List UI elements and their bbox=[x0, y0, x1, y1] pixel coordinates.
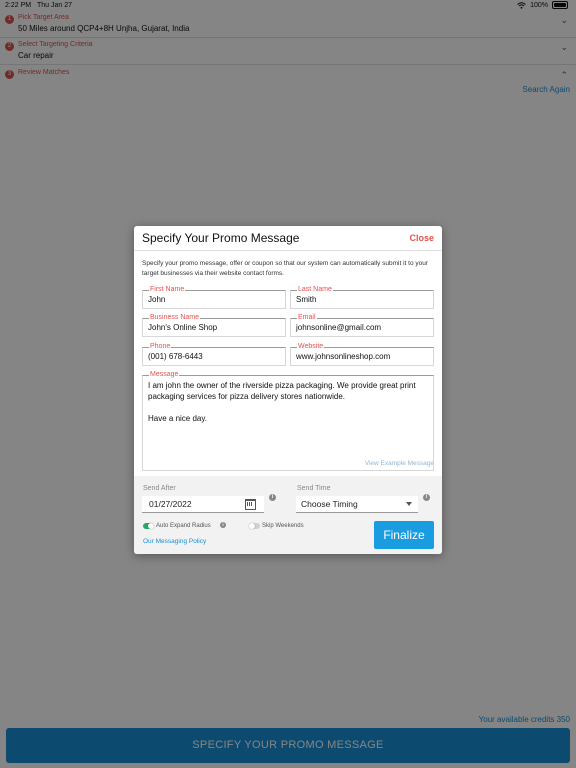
info-icon[interactable]: i bbox=[220, 522, 226, 528]
first-name-value: John bbox=[148, 295, 166, 304]
message-text: I am john the owner of the riverside piz… bbox=[148, 380, 430, 424]
modal-header: Specify Your Promo Message Close bbox=[134, 226, 442, 251]
send-time-label: Send Time bbox=[297, 485, 331, 492]
modal-footer: Send After 01/27/2022 i Send Time Choose… bbox=[134, 476, 442, 554]
email-value: johnsonline@gmail.com bbox=[296, 323, 382, 332]
send-after-label: Send After bbox=[143, 485, 176, 492]
last-name-value: Smith bbox=[296, 295, 317, 304]
close-button[interactable]: Close bbox=[409, 233, 434, 243]
website-label: Website bbox=[297, 343, 325, 351]
promo-message-modal: Specify Your Promo Message Close Specify… bbox=[134, 226, 442, 554]
phone-label: Phone bbox=[149, 343, 172, 351]
message-label: Message bbox=[149, 371, 180, 379]
business-name-value: John's Online Shop bbox=[148, 323, 218, 332]
business-name-field[interactable]: Business Name John's Online Shop bbox=[142, 314, 286, 337]
message-line: Have a nice day. bbox=[148, 414, 207, 423]
email-field[interactable]: Email johnsonline@gmail.com bbox=[290, 314, 434, 337]
finalize-button[interactable]: Finalize bbox=[374, 521, 434, 549]
calendar-icon[interactable] bbox=[245, 499, 256, 510]
message-field[interactable]: Message I am john the owner of the river… bbox=[142, 371, 434, 471]
auto-expand-label: Auto Expand Radius bbox=[156, 523, 211, 529]
dropdown-caret-icon bbox=[406, 502, 412, 506]
message-line: I am john the owner of the riverside piz… bbox=[148, 381, 416, 401]
phone-field[interactable]: Phone (001) 678-6443 bbox=[142, 343, 286, 366]
info-icon[interactable]: i bbox=[269, 494, 276, 501]
last-name-label: Last Name bbox=[297, 286, 333, 294]
first-name-field[interactable]: First Name John bbox=[142, 286, 286, 309]
skip-weekends-toggle[interactable] bbox=[249, 523, 260, 529]
skip-weekends-label: Skip Weekends bbox=[262, 523, 304, 529]
modal-title: Specify Your Promo Message bbox=[142, 231, 300, 245]
view-example-link[interactable]: View Example Message bbox=[365, 460, 434, 467]
last-name-field[interactable]: Last Name Smith bbox=[290, 286, 434, 309]
send-time-select[interactable]: Choose Timing bbox=[296, 496, 418, 513]
send-after-input[interactable]: 01/27/2022 bbox=[142, 496, 264, 513]
auto-expand-toggle[interactable] bbox=[143, 523, 154, 529]
send-time-value: Choose Timing bbox=[301, 499, 358, 509]
website-value: www.johnsonlineshop.com bbox=[296, 352, 391, 361]
phone-value: (001) 678-6443 bbox=[148, 352, 203, 361]
email-label: Email bbox=[297, 314, 317, 322]
first-name-label: First Name bbox=[149, 286, 186, 294]
info-icon[interactable]: i bbox=[423, 494, 430, 501]
send-after-value: 01/27/2022 bbox=[149, 499, 192, 509]
messaging-policy-link[interactable]: Our Messaging Policy bbox=[143, 538, 206, 545]
intro-text: Specify your promo message, offer or cou… bbox=[142, 260, 429, 277]
business-name-label: Business Name bbox=[149, 314, 201, 322]
website-field[interactable]: Website www.johnsonlineshop.com bbox=[290, 343, 434, 366]
